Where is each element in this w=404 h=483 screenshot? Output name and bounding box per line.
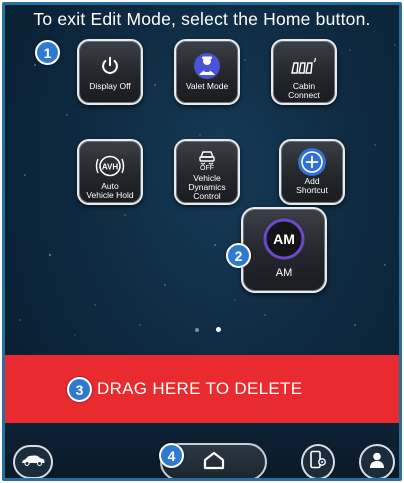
phone-settings-icon — [309, 450, 327, 475]
vehicle-button[interactable] — [13, 445, 53, 478]
valet-icon — [193, 53, 221, 79]
phone-settings-button[interactable] — [301, 444, 335, 478]
am-radio-icon: AM — [263, 218, 305, 260]
cabin-connect-tile[interactable]: Cabin Connect — [271, 39, 337, 105]
vdc-off-icon: OFF — [196, 147, 218, 173]
page-dot[interactable] — [195, 327, 199, 332]
callout-marker-2: 2 — [226, 243, 251, 268]
car-icon — [20, 453, 46, 471]
page-dot-active[interactable] — [216, 327, 221, 332]
callout-marker-3: 3 — [67, 377, 92, 402]
avh-badge-text: AVH — [102, 163, 119, 172]
add-shortcut-tile[interactable]: Add Shortcut — [279, 139, 345, 205]
auto-vehicle-hold-tile[interactable]: AVH Auto Vehicle Hold — [77, 139, 143, 205]
tile-label: Valet Mode — [185, 81, 229, 91]
tile-label: Add Shortcut — [296, 176, 328, 195]
drag-to-delete-zone[interactable]: DRAG HERE TO DELETE — [5, 355, 399, 423]
callout-marker-4: 4 — [159, 443, 184, 468]
tile-label: Auto Vehicle Hold — [86, 181, 134, 200]
home-icon — [202, 450, 226, 475]
avh-icon: AVH — [94, 153, 126, 179]
tile-label: Vehicle Dynamics Control — [188, 173, 226, 201]
display-off-tile[interactable]: Display Off — [77, 39, 143, 105]
valet-mode-tile[interactable]: Valet Mode — [174, 39, 240, 105]
tile-label: Cabin Connect — [288, 81, 320, 100]
delete-zone-label: DRAG HERE TO DELETE — [97, 379, 303, 398]
tile-label: Display Off — [89, 81, 131, 91]
power-icon — [99, 53, 121, 79]
profile-icon — [368, 451, 386, 474]
add-circle-icon — [297, 148, 327, 176]
edit-mode-instruction: To exit Edit Mode, select the Home butto… — [33, 9, 371, 29]
cabin-connect-icon — [289, 53, 319, 79]
am-radio-tile[interactable]: AM AM — [241, 207, 327, 293]
screen-frame: To exit Edit Mode, select the Home butto… — [2, 2, 402, 481]
callout-marker-1: 1 — [35, 40, 60, 65]
am-badge-text: AM — [273, 231, 295, 247]
vdc-off-text: OFF — [200, 164, 214, 172]
profile-button[interactable] — [359, 444, 395, 478]
vehicle-dynamics-control-tile[interactable]: OFF Vehicle Dynamics Control — [174, 139, 240, 205]
page-indicator — [195, 327, 221, 332]
tile-label: AM — [275, 267, 293, 279]
